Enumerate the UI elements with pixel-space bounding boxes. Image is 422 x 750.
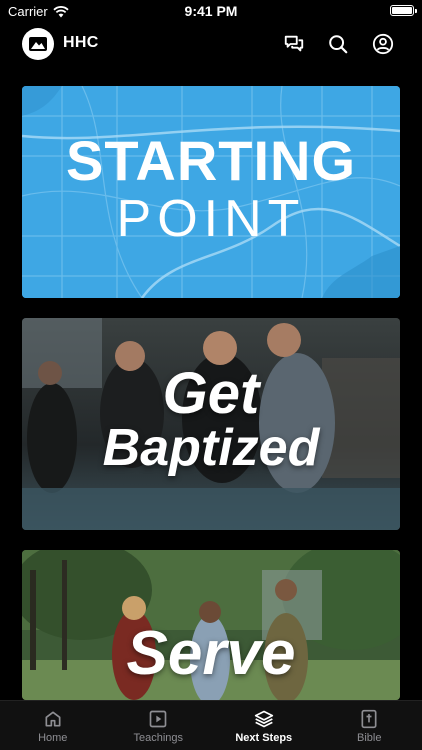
tab-next-steps[interactable]: Next Steps xyxy=(211,701,317,750)
tab-label: Next Steps xyxy=(235,732,293,744)
chat-icon xyxy=(284,35,304,52)
serve-card[interactable]: Serve xyxy=(22,550,400,700)
profile-icon xyxy=(372,33,394,55)
get-baptized-card[interactable]: Get Baptized xyxy=(22,318,400,530)
chat-button[interactable] xyxy=(282,32,306,56)
tab-label: Home xyxy=(38,732,68,744)
tab-bible[interactable]: Bible xyxy=(317,701,422,750)
bible-icon xyxy=(361,709,377,729)
tab-bar: Home Teachings Next Steps Bible xyxy=(0,700,422,750)
battery-icon xyxy=(390,5,417,16)
app-logo[interactable] xyxy=(22,28,54,60)
card-title-line1: Get xyxy=(162,361,260,426)
tab-label: Bible xyxy=(357,732,382,744)
tab-teachings[interactable]: Teachings xyxy=(106,701,212,750)
tab-label: Teachings xyxy=(133,732,184,744)
app-title: HHC xyxy=(63,34,99,51)
search-icon xyxy=(329,35,348,54)
profile-button[interactable] xyxy=(371,32,395,56)
starting-point-card[interactable]: STARTING POINT xyxy=(22,86,400,298)
layers-icon xyxy=(254,710,273,728)
card-title-line2: POINT xyxy=(116,190,306,248)
card-title-line2: Baptized xyxy=(102,419,320,477)
play-icon xyxy=(149,710,167,728)
clock: 9:41 PM xyxy=(184,3,238,19)
status-bar: Carrier 9:41 PM xyxy=(0,0,422,22)
home-icon xyxy=(45,711,61,727)
tab-home[interactable]: Home xyxy=(0,701,106,750)
card-title: Serve xyxy=(126,619,296,688)
search-button[interactable] xyxy=(326,32,350,56)
app-header: HHC xyxy=(0,22,422,66)
mountain-logo-icon xyxy=(29,37,47,51)
card-title-line1: STARTING xyxy=(65,129,357,192)
